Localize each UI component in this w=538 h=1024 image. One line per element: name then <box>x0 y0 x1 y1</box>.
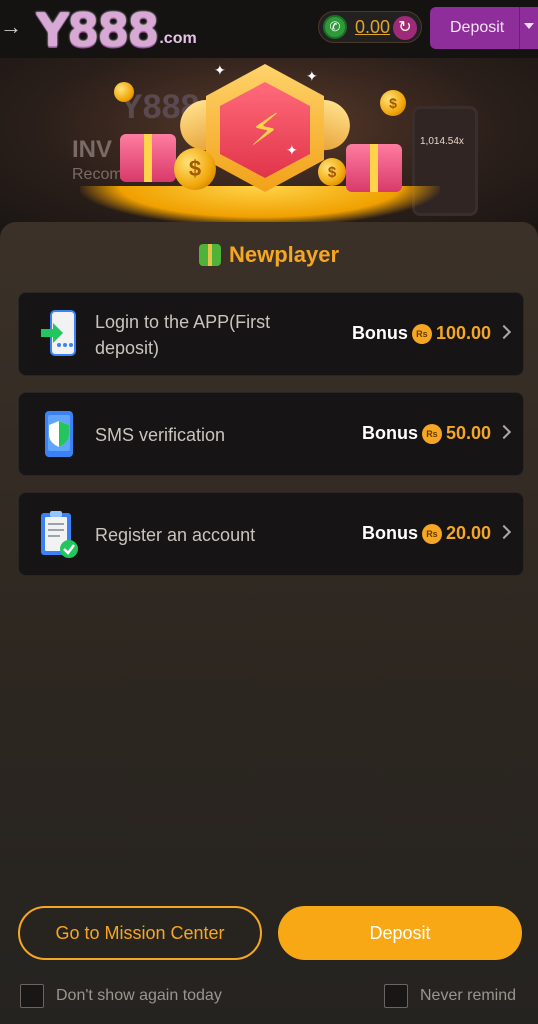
task-register-account[interactable]: Register an account Bonus Rs 20.00 <box>18 492 524 576</box>
rupee-coin-icon: Rs <box>411 323 432 344</box>
task-label: Register an account <box>95 525 256 545</box>
sparkle-icon: ✦ <box>306 68 318 84</box>
coin-pile-illustration <box>80 186 440 226</box>
newplayer-modal: Newplayer Login to the APP(First deposit… <box>0 222 538 1024</box>
coin-icon <box>114 82 134 102</box>
site-logo[interactable]: Y888 .com <box>36 4 197 54</box>
dont-show-today-checkbox[interactable] <box>20 984 44 1008</box>
phone-login-icon <box>41 310 76 356</box>
chevron-right-icon <box>496 324 512 340</box>
chevron-down-icon[interactable] <box>524 23 534 29</box>
task-bonus: Bonus Rs 100.00 <box>352 323 491 344</box>
chevron-right-icon <box>496 424 512 440</box>
task-login-app[interactable]: Login to the APP(First deposit) Bonus Rs… <box>18 292 524 376</box>
bonus-amount: 20.00 <box>445 523 491 543</box>
sms-shield-icon <box>45 411 73 457</box>
back-arrow-icon[interactable]: → <box>0 14 22 40</box>
rupee-coin-icon: Rs <box>421 423 442 444</box>
bonus-word: Bonus <box>361 523 418 543</box>
logo-main-text: Y888 <box>36 3 159 57</box>
coin-icon: $ <box>318 158 346 186</box>
promo-banner: Y888 INV Recom 1,014.54x ⚡ $ $ $ ✦ ✦ ✦ <box>0 58 538 228</box>
task-label: SMS verification <box>95 425 226 445</box>
rupee-coin-icon: Rs <box>421 523 442 544</box>
go-to-mission-center-button[interactable]: Go to Mission Center <box>18 906 262 960</box>
bonus-word: Bonus <box>361 423 418 443</box>
balance-value: 0.00 <box>355 16 391 37</box>
banner-ghost-text: INV <box>72 136 113 163</box>
dont-show-today-option[interactable]: Don't show again today <box>20 984 222 1008</box>
sparkle-icon: ✦ <box>286 142 298 158</box>
balance-pill: ✆ 0.00 ↻ <box>318 11 422 43</box>
whatsapp-icon: ✆ <box>323 15 347 39</box>
task-bonus: Bonus Rs 50.00 <box>362 423 491 444</box>
bonus-amount: 50.00 <box>445 423 491 443</box>
never-remind-option[interactable]: Never remind <box>384 984 516 1008</box>
task-sms-verification[interactable]: SMS verification Bonus Rs 50.00 <box>18 392 524 476</box>
gift-box-illustration <box>346 144 402 192</box>
refresh-icon[interactable]: ↻ <box>393 16 417 40</box>
header-deposit-button[interactable]: Deposit <box>430 7 538 49</box>
deposit-button[interactable]: Deposit <box>278 906 522 960</box>
header-deposit-label: Deposit <box>450 19 505 36</box>
bonus-amount: 100.00 <box>435 323 491 343</box>
task-bonus: Bonus Rs 20.00 <box>362 523 491 544</box>
banner-ghost-text-2: Recom <box>72 166 123 183</box>
clipboard-check-icon <box>41 511 78 558</box>
modal-title-text: Newplayer <box>228 242 340 267</box>
dont-show-today-label: Don't show again today <box>56 987 222 1004</box>
never-remind-checkbox[interactable] <box>384 984 408 1008</box>
gift-box-illustration <box>120 134 176 182</box>
gift-icon <box>198 244 221 266</box>
modal-title: Newplayer <box>0 242 538 268</box>
deposit-divider <box>519 7 520 49</box>
coin-icon: $ <box>380 90 406 116</box>
logo-sub-text: .com <box>159 30 197 47</box>
never-remind-label: Never remind <box>420 987 517 1004</box>
top-bar: → Y888 .com ✆ 0.00 ↻ Deposit <box>0 0 538 58</box>
chevron-right-icon <box>496 524 512 540</box>
task-label: Login to the APP(First deposit) <box>95 312 271 358</box>
bonus-word: Bonus <box>351 323 408 343</box>
phone-value: 1,014.54x <box>420 136 464 147</box>
sparkle-icon: ✦ <box>214 62 226 78</box>
coin-icon: $ <box>174 148 216 190</box>
